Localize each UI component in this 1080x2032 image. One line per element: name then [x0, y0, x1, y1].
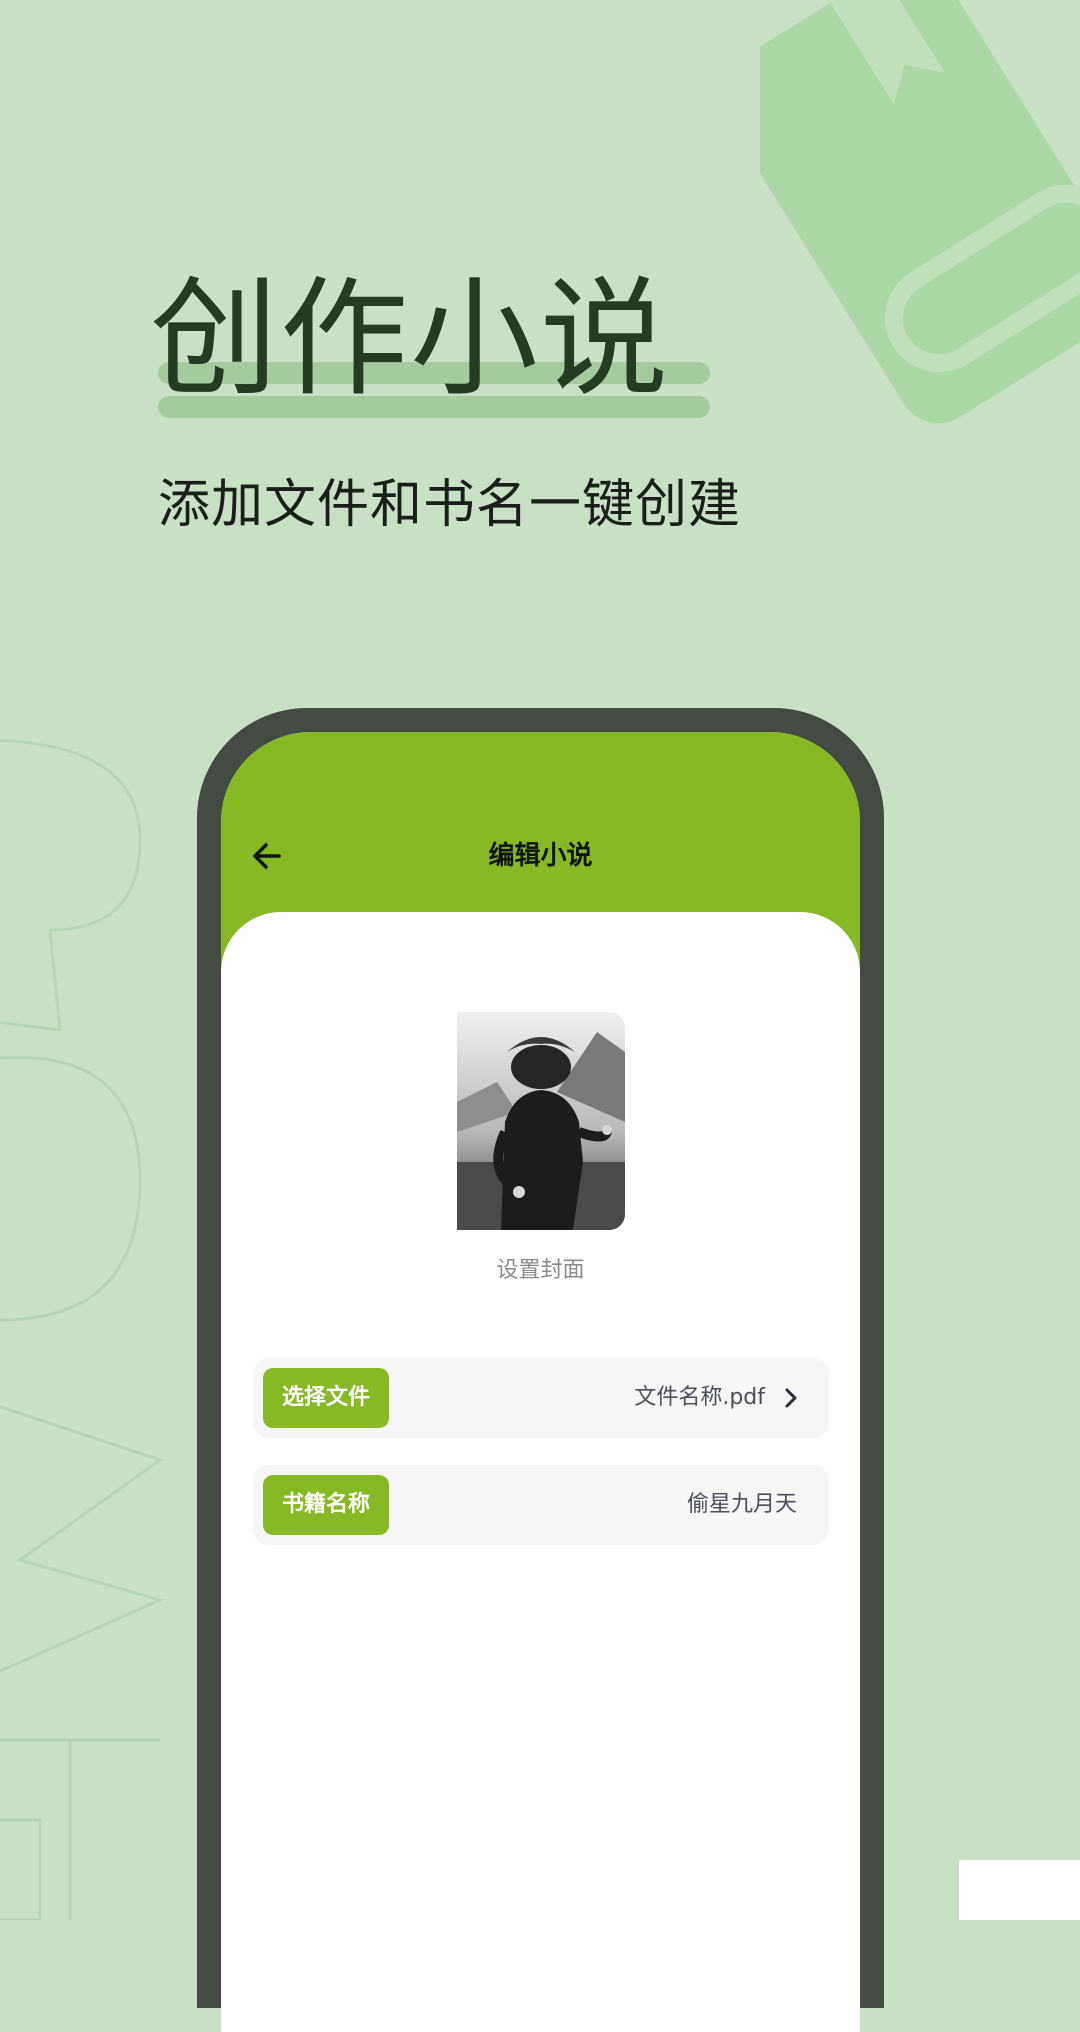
corner-overlay: [959, 1860, 1080, 1920]
select-file-button[interactable]: 选择文件: [263, 1368, 389, 1428]
page-title: 编辑小说: [488, 841, 593, 871]
file-name-value: 文件名称.pdf: [634, 1385, 765, 1410]
content-card: 设置封面 选择文件 文件名称.pdf 书籍名称 偷星九月天: [221, 912, 860, 2032]
book-name-button[interactable]: 书籍名称: [263, 1475, 389, 1535]
hero-title-block: 创作小说: [150, 270, 710, 430]
book-name-row[interactable]: 书籍名称 偷星九月天: [253, 1465, 829, 1545]
book-name-value[interactable]: 偷星九月天: [687, 1465, 797, 1545]
set-cover-label[interactable]: 设置封面: [221, 1252, 860, 1284]
hero-title: 创作小说: [150, 265, 671, 414]
book-decoration-icon: [760, 0, 1080, 424]
chevron-right-icon[interactable]: [779, 1386, 803, 1410]
background-letters-decoration: [0, 738, 165, 1920]
cover-image[interactable]: [457, 1012, 625, 1230]
hero-subtitle: 添加文件和书名一键创建: [158, 475, 742, 535]
phone-screen: 编辑小说 设置封面 选择文件 文件名称.pdf 书籍名称 偷星九月天: [221, 732, 860, 2032]
select-file-row[interactable]: 选择文件 文件名称.pdf: [253, 1358, 829, 1438]
phone-frame: 编辑小说 设置封面 选择文件 文件名称.pdf 书籍名称 偷星九月天: [197, 708, 884, 2032]
